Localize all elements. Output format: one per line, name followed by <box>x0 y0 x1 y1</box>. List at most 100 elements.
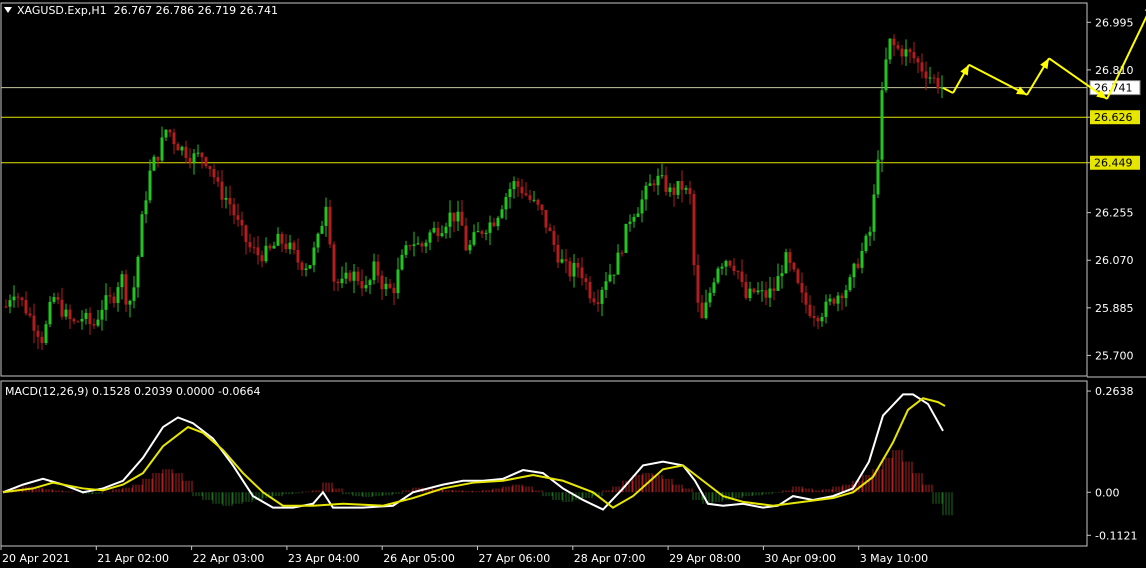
candle-body <box>908 49 912 53</box>
candle-body <box>172 132 176 145</box>
price-tick-label: 25.885 <box>1095 302 1134 315</box>
candle-body <box>508 189 512 198</box>
candle-body <box>744 281 748 299</box>
candle-body <box>708 292 712 303</box>
candle-body <box>488 222 492 233</box>
candle-body <box>820 316 824 322</box>
time-tick-label: 26 Apr 05:00 <box>383 552 455 565</box>
candle-body <box>588 281 592 299</box>
candle-body <box>132 287 136 301</box>
candle-body <box>68 309 72 320</box>
candle-body <box>924 71 928 79</box>
candle-body <box>52 297 56 302</box>
candle-body <box>464 225 468 251</box>
candle-body <box>344 272 348 279</box>
candle-body <box>156 156 160 161</box>
time-tick-label: 27 Apr 06:00 <box>479 552 551 565</box>
price-pane <box>1 34 1087 351</box>
candle-body <box>372 261 376 281</box>
candle-body <box>540 204 544 210</box>
candle-body <box>36 330 40 337</box>
candle-body <box>108 295 112 297</box>
candle-body <box>336 281 340 284</box>
candle-body <box>896 45 900 49</box>
candle-body <box>60 299 64 317</box>
candle-body <box>72 319 76 322</box>
candle-body <box>496 217 500 227</box>
candle-body <box>656 175 660 186</box>
candle-body <box>228 198 232 205</box>
price-axis: 26.99526.81026.25526.07025.88525.70026.7… <box>1087 16 1141 362</box>
candle-body <box>440 233 444 237</box>
candle-body <box>428 232 432 243</box>
candle-body <box>448 212 452 227</box>
candle-body <box>44 324 48 343</box>
candle-body <box>136 256 140 288</box>
candle-body <box>404 245 408 255</box>
candle-body <box>444 226 448 234</box>
candle-body <box>208 166 212 170</box>
price-chart[interactable]: 26.99526.81026.25526.07025.88525.70026.7… <box>0 0 1146 568</box>
candle-body <box>672 187 676 195</box>
candle-body <box>408 245 412 247</box>
candle-body <box>532 199 536 201</box>
candle-body <box>936 77 940 89</box>
candle-body <box>736 271 740 273</box>
candle-body <box>292 242 296 250</box>
time-axis: 20 Apr 2021 21 Apr 02:00 22 Apr 03:00 23 Ap… <box>0 546 928 565</box>
candle-body <box>264 245 268 262</box>
candle-body <box>660 175 664 177</box>
macd-tick-label: 0.00 <box>1095 486 1120 499</box>
projection-segment <box>942 87 954 94</box>
candle-body <box>280 233 284 244</box>
candle-body <box>512 181 516 190</box>
candle-body <box>932 77 936 79</box>
candle-body <box>232 204 236 216</box>
candle-body <box>276 233 280 246</box>
candle-body <box>416 243 420 245</box>
candle-body <box>8 300 12 307</box>
candle-body <box>560 259 564 263</box>
candle-body <box>568 261 572 277</box>
candle-body <box>300 262 304 270</box>
candle-body <box>528 195 532 200</box>
candle-body <box>884 59 888 91</box>
candle-body <box>520 186 524 194</box>
price-tick-label: 26.995 <box>1095 16 1134 29</box>
candle-body <box>780 273 784 277</box>
candle-body <box>928 77 932 79</box>
candle-body <box>40 336 44 343</box>
macd-pane-border <box>0 380 1088 547</box>
candle-body <box>340 278 344 284</box>
candle-body <box>644 185 648 200</box>
candle-body <box>240 219 244 226</box>
candle-body <box>652 183 656 186</box>
candle-body <box>912 52 916 59</box>
candle-body <box>828 298 832 302</box>
candle-body <box>680 181 684 190</box>
candle-body <box>272 245 276 249</box>
candle-body <box>324 206 328 226</box>
level-label-1: 26.626 <box>1094 111 1133 124</box>
macd-pane <box>2 393 953 516</box>
candle-body <box>600 289 604 304</box>
candle-body <box>544 209 548 228</box>
candle-body <box>864 235 868 251</box>
candle-body <box>412 244 416 246</box>
candle-body <box>796 269 800 283</box>
candle-body <box>808 304 812 317</box>
candle-body <box>312 247 316 266</box>
candle-body <box>804 292 808 305</box>
candle-body <box>552 231 556 245</box>
candle-body <box>76 321 80 323</box>
candle-body <box>376 261 380 276</box>
candle-body <box>684 188 688 190</box>
candle-body <box>604 281 608 290</box>
candle-body <box>432 227 436 233</box>
candle-body <box>500 209 504 218</box>
candle-body <box>592 298 596 303</box>
candle-body <box>724 260 728 267</box>
candle-body <box>564 259 568 262</box>
candle-body <box>48 301 52 325</box>
signal-line <box>2 397 946 509</box>
